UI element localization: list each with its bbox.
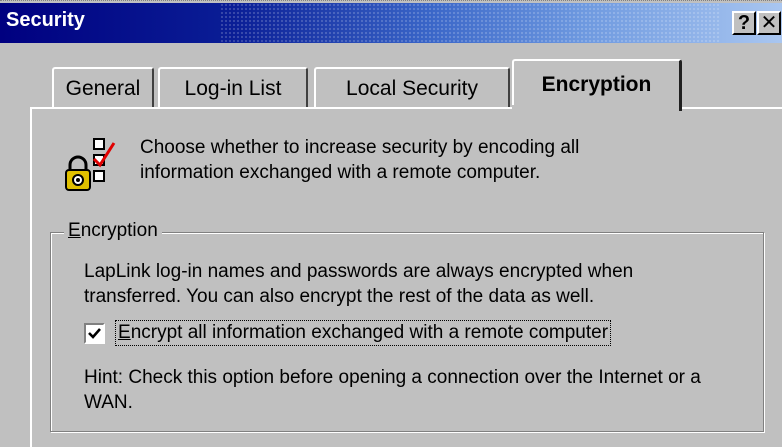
title-bar[interactable]: Security ? ✕ bbox=[0, 3, 782, 43]
security-dialog: Security ? ✕ General Log-in List Local S… bbox=[0, 0, 782, 447]
close-icon: ✕ bbox=[760, 12, 778, 34]
window-title: Security bbox=[6, 9, 85, 31]
tab-general[interactable]: General bbox=[52, 67, 154, 109]
selected-tab-join bbox=[512, 105, 679, 111]
tab-encryption[interactable]: Encryption bbox=[512, 59, 682, 111]
tab-panel-encryption bbox=[30, 107, 782, 447]
tab-log-in-list[interactable]: Log-in List bbox=[158, 67, 308, 109]
title-bar-pattern bbox=[220, 3, 720, 43]
close-button[interactable]: ✕ bbox=[757, 11, 781, 35]
tab-local-security[interactable]: Local Security bbox=[314, 67, 510, 109]
help-button[interactable]: ? bbox=[732, 11, 756, 35]
question-mark-icon: ? bbox=[737, 12, 751, 34]
